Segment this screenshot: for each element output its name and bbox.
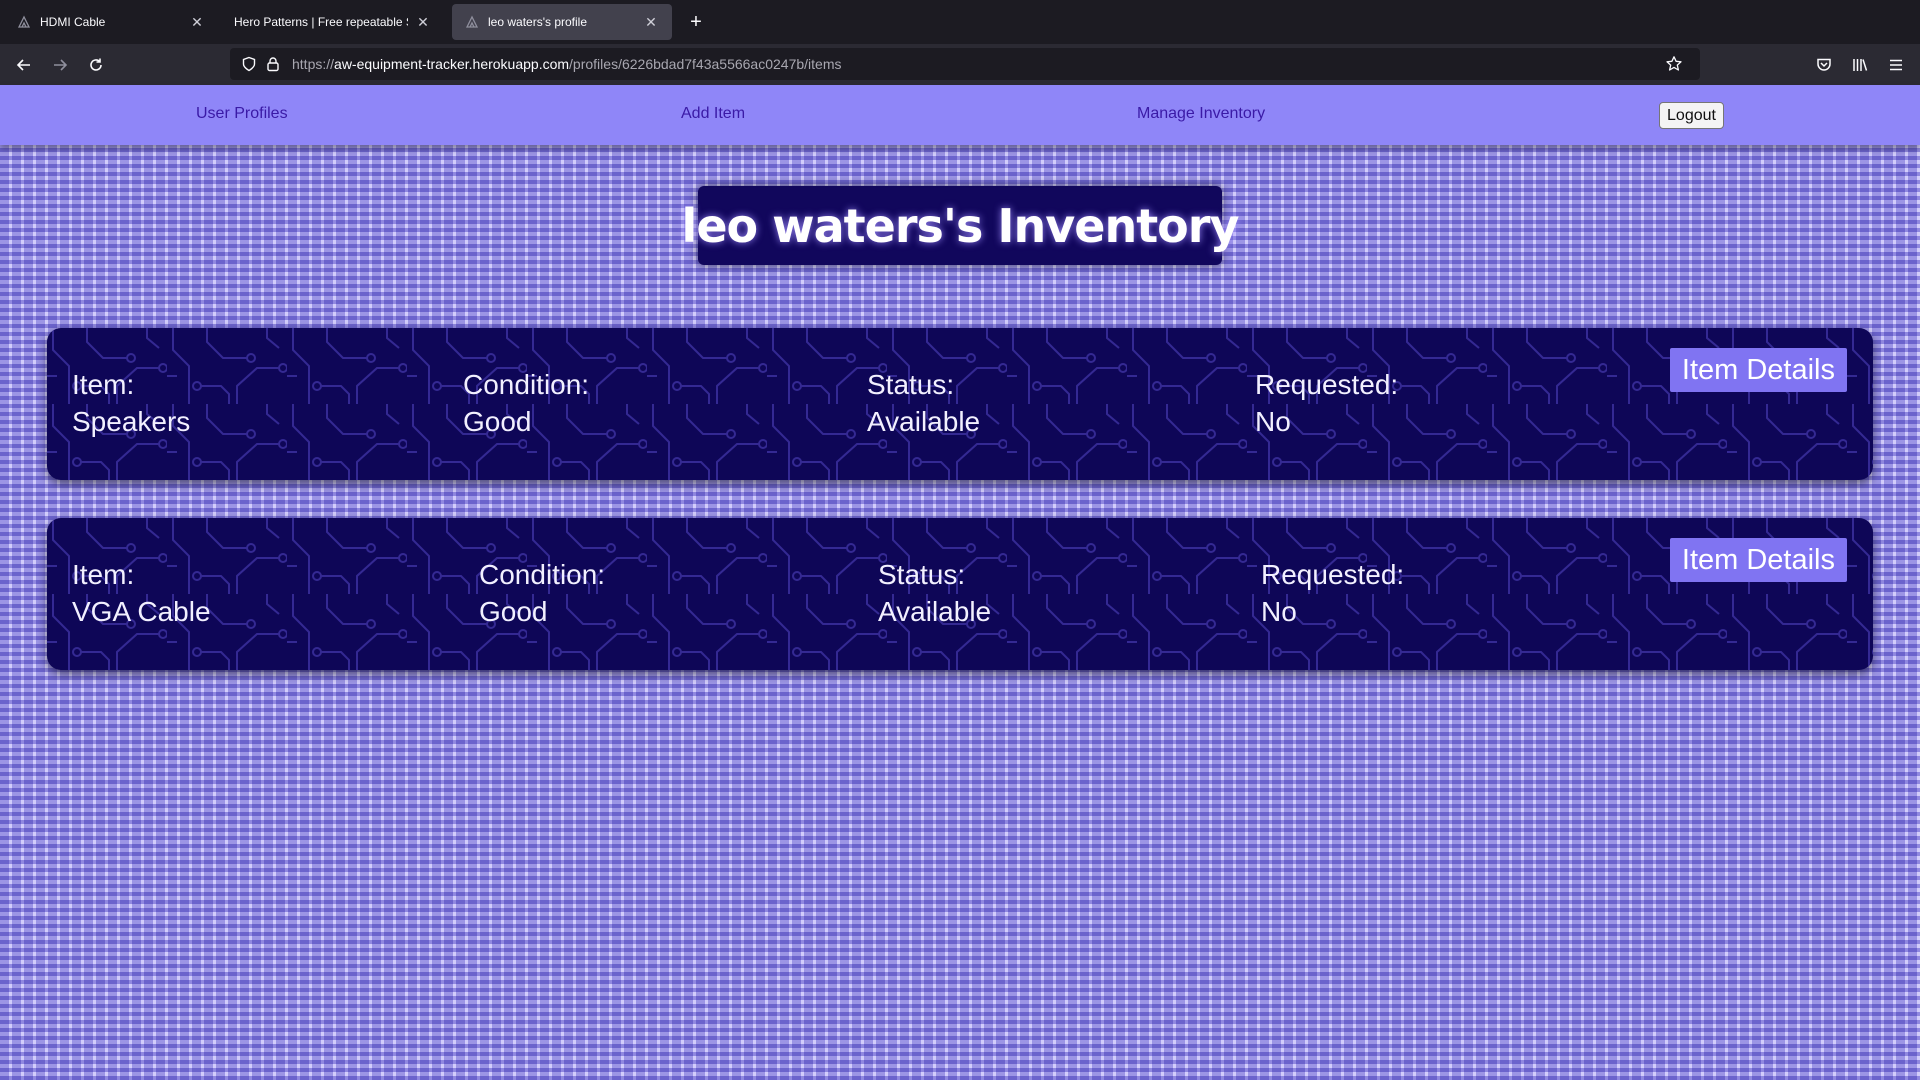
nav-link-manage-inventory[interactable]: Manage Inventory xyxy=(1137,105,1265,123)
requested-field: Requested: No xyxy=(1261,556,1404,630)
status-value: Available xyxy=(878,596,992,627)
reload-icon[interactable] xyxy=(83,52,109,78)
browser-tab[interactable]: HDMI Cable ✕ xyxy=(4,4,218,40)
item-card: Item: Speakers Condition: Good Status: A… xyxy=(47,328,1873,480)
back-arrow-icon[interactable] xyxy=(11,52,37,78)
forward-arrow-icon[interactable] xyxy=(47,52,73,78)
requested-label: Requested: xyxy=(1255,369,1399,400)
condition-field: Condition: Good xyxy=(463,366,589,440)
condition-label: Condition: xyxy=(479,559,606,590)
close-tab-icon[interactable]: ✕ xyxy=(642,13,660,31)
browser-tab[interactable]: Hero Patterns | Free repeatable SVG ✕ xyxy=(222,4,444,40)
nav-link-user-profiles[interactable]: User Profiles xyxy=(196,105,288,123)
status-label: Status: xyxy=(878,559,966,590)
item-details-button[interactable]: Item Details xyxy=(1669,348,1847,392)
close-tab-icon[interactable]: ✕ xyxy=(414,13,432,31)
site-navbar: User Profiles Add Item Manage Inventory … xyxy=(0,85,1920,145)
condition-value: Good xyxy=(463,406,532,437)
hamburger-menu-icon[interactable] xyxy=(1883,52,1909,78)
tab-title: HDMI Cable xyxy=(40,15,106,29)
requested-label: Requested: xyxy=(1261,559,1405,590)
page-title: leo waters's Inventory xyxy=(681,198,1240,253)
condition-field: Condition: Good xyxy=(479,556,605,630)
tab-favicon-icon xyxy=(16,14,32,30)
item-value: Speakers xyxy=(72,406,191,437)
condition-label: Condition: xyxy=(463,369,590,400)
item-label: Item: xyxy=(72,369,135,400)
new-tab-icon[interactable]: + xyxy=(684,10,708,34)
condition-value: Good xyxy=(479,596,548,627)
item-name-field: Item: VGA Cable xyxy=(72,556,211,630)
status-field: Status: Available xyxy=(878,556,991,630)
page-content: User Profiles Add Item Manage Inventory … xyxy=(0,85,1920,1080)
browser-tab-active[interactable]: leo waters's profile ✕ xyxy=(452,4,672,40)
close-tab-icon[interactable]: ✕ xyxy=(188,13,206,31)
item-label: Item: xyxy=(72,559,135,590)
url-path: /profiles/6226bdad7f43a5566ac0247b/items xyxy=(569,56,842,72)
tab-title: Hero Patterns | Free repeatable SVG xyxy=(234,15,408,29)
item-value: VGA Cable xyxy=(72,596,211,627)
url-scheme: https:// xyxy=(292,56,335,72)
item-details-button[interactable]: Item Details xyxy=(1669,538,1847,582)
status-field: Status: Available xyxy=(867,366,980,440)
library-icon[interactable] xyxy=(1847,52,1873,78)
address-bar[interactable]: https://aw-equipment-tracker.herokuapp.c… xyxy=(230,48,1700,80)
requested-field: Requested: No xyxy=(1255,366,1398,440)
status-value: Available xyxy=(867,406,981,437)
pocket-icon[interactable] xyxy=(1811,52,1837,78)
item-name-field: Item: Speakers xyxy=(72,366,190,440)
logout-button[interactable]: Logout xyxy=(1659,102,1724,129)
bookmark-star-icon[interactable] xyxy=(1665,55,1683,73)
nav-link-add-item[interactable]: Add Item xyxy=(681,105,745,123)
requested-value: No xyxy=(1261,596,1297,627)
item-card: Item: VGA Cable Condition: Good Status: … xyxy=(47,518,1873,670)
browser-toolbar: https://aw-equipment-tracker.herokuapp.c… xyxy=(0,44,1920,85)
page-title-box: leo waters's Inventory xyxy=(682,186,1239,265)
url-host: aw-equipment-tracker.herokuapp.com xyxy=(334,56,570,72)
url-text[interactable]: https://aw-equipment-tracker.herokuapp.c… xyxy=(292,56,841,72)
requested-value: No xyxy=(1255,406,1291,437)
browser-tab-bar: HDMI Cable ✕ Hero Patterns | Free repeat… xyxy=(0,0,1920,44)
status-label: Status: xyxy=(867,369,955,400)
lock-icon[interactable] xyxy=(264,55,282,73)
tab-title: leo waters's profile xyxy=(488,15,587,29)
tab-favicon-icon xyxy=(464,14,480,30)
shield-icon[interactable] xyxy=(240,55,258,73)
